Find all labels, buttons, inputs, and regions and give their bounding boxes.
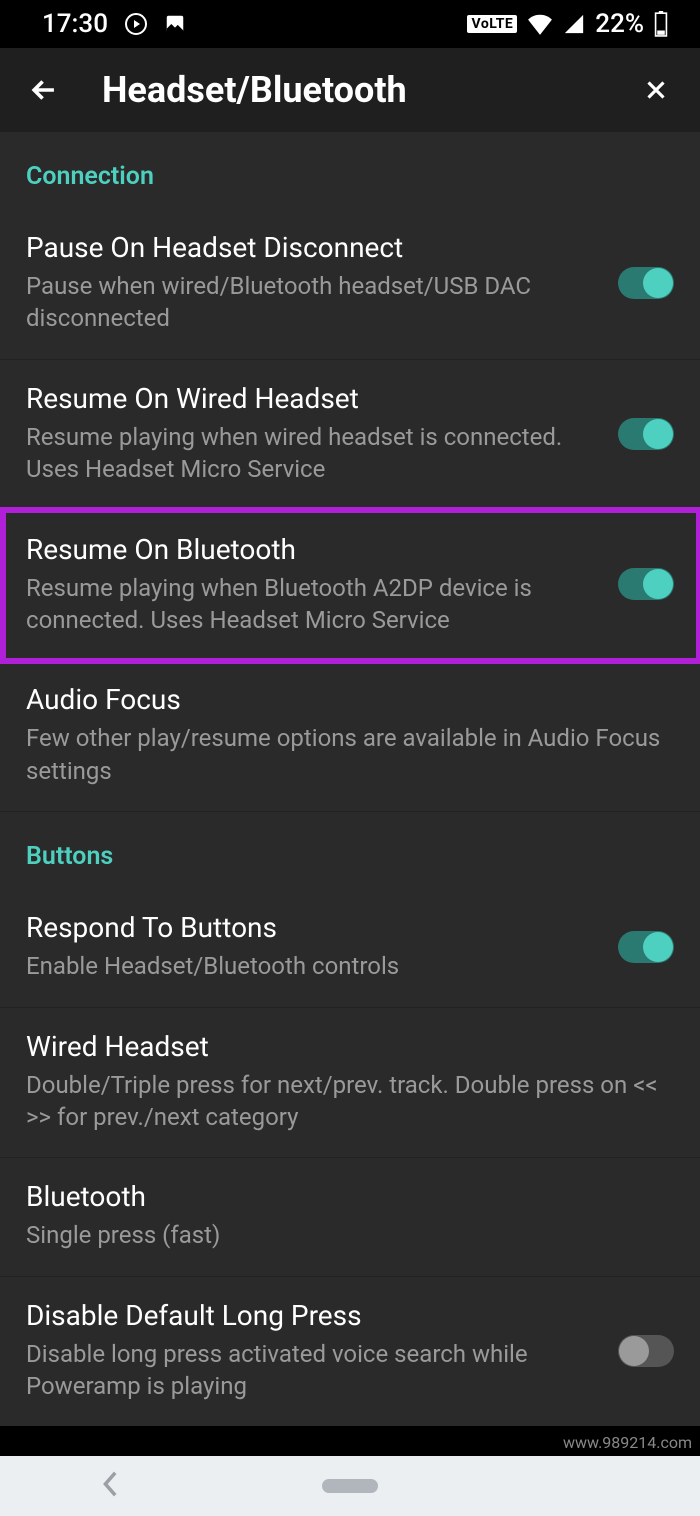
setting-desc: Resume playing when wired headset is con… <box>26 421 602 486</box>
battery-percent: 22% <box>595 9 644 39</box>
toggle-resume-on-bluetooth[interactable] <box>618 568 674 600</box>
setting-title: Resume On Wired Headset <box>26 382 602 415</box>
setting-resume-on-wired[interactable]: Resume On Wired Headset Resume playing w… <box>0 360 700 511</box>
nav-back-icon[interactable] <box>101 1470 121 1502</box>
setting-disable-long-press[interactable]: Disable Default Long Press Disable long … <box>0 1277 700 1427</box>
toggle-respond-to-buttons[interactable] <box>618 931 674 963</box>
setting-desc: Enable Headset/Bluetooth controls <box>26 950 602 982</box>
section-header-buttons: Buttons <box>0 812 700 889</box>
app-header: Headset/Bluetooth <box>0 48 700 132</box>
watermark: www.989214.com <box>563 1433 692 1452</box>
setting-title: Pause On Headset Disconnect <box>26 231 602 264</box>
settings-list: Connection Pause On Headset Disconnect P… <box>0 132 700 1426</box>
setting-desc: Resume playing when Bluetooth A2DP devic… <box>26 572 602 637</box>
nav-home-pill[interactable] <box>322 1479 378 1493</box>
setting-desc: Disable long press activated voice searc… <box>26 1338 602 1403</box>
play-circle-icon <box>124 12 148 36</box>
system-nav-bar <box>0 1456 700 1516</box>
page-title: Headset/Bluetooth <box>102 69 598 111</box>
volte-badge: VoLTE <box>467 15 517 33</box>
setting-title: Bluetooth <box>26 1180 674 1213</box>
setting-wired-headset[interactable]: Wired Headset Double/Triple press for ne… <box>0 1008 700 1159</box>
setting-desc: Single press (fast) <box>26 1219 674 1251</box>
toggle-pause-on-disconnect[interactable] <box>618 267 674 299</box>
setting-title: Resume On Bluetooth <box>26 533 602 566</box>
setting-desc: Pause when wired/Bluetooth headset/USB D… <box>26 270 602 335</box>
setting-desc: Few other play/resume options are availa… <box>26 722 674 787</box>
setting-respond-to-buttons[interactable]: Respond To Buttons Enable Headset/Blueto… <box>0 889 700 1007</box>
setting-title: Respond To Buttons <box>26 911 602 944</box>
status-bar: 17:30 VoLTE 22% <box>0 0 700 48</box>
section-header-connection: Connection <box>0 132 700 209</box>
setting-bluetooth[interactable]: Bluetooth Single press (fast) <box>0 1158 700 1276</box>
setting-audio-focus[interactable]: Audio Focus Few other play/resume option… <box>0 661 700 812</box>
setting-title: Audio Focus <box>26 683 674 716</box>
setting-desc: Double/Triple press for next/prev. track… <box>26 1069 674 1134</box>
toggle-resume-on-wired[interactable] <box>618 418 674 450</box>
setting-title: Wired Headset <box>26 1030 674 1063</box>
battery-icon <box>654 11 668 37</box>
back-arrow-icon[interactable] <box>22 68 66 112</box>
signal-icon <box>563 13 585 35</box>
wifi-icon <box>527 13 553 35</box>
close-icon[interactable] <box>634 68 678 112</box>
setting-title: Disable Default Long Press <box>26 1299 602 1332</box>
toggle-disable-long-press[interactable] <box>618 1335 674 1367</box>
setting-resume-on-bluetooth[interactable]: Resume On Bluetooth Resume playing when … <box>0 511 700 662</box>
setting-pause-on-disconnect[interactable]: Pause On Headset Disconnect Pause when w… <box>0 209 700 360</box>
image-icon <box>164 13 186 35</box>
status-time: 17:30 <box>42 9 108 39</box>
